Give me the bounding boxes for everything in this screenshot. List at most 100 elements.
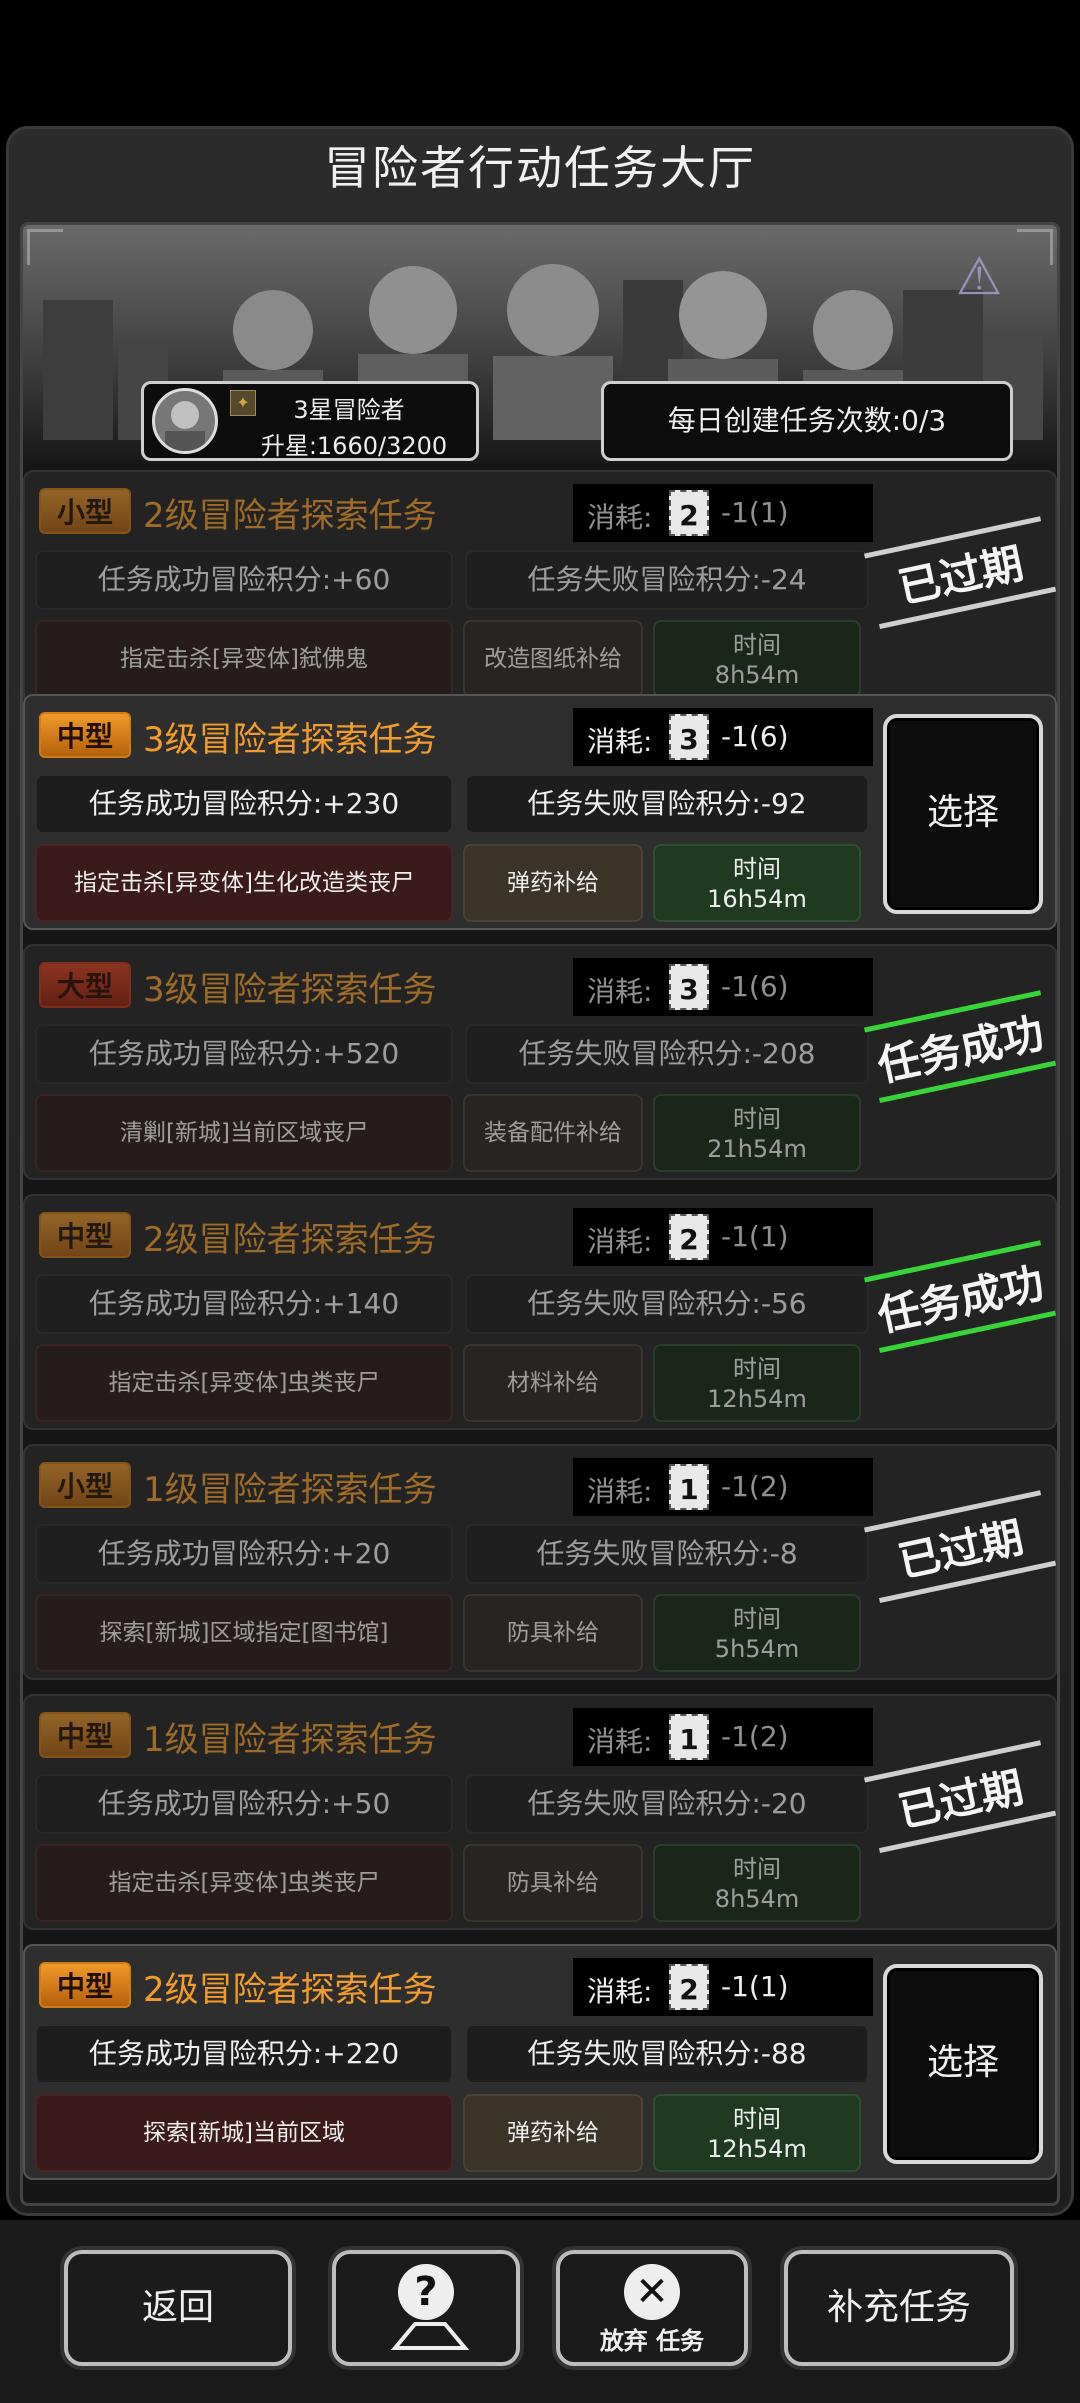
mission-cost: 消耗: 2 -1(1) [573, 1958, 873, 2016]
mission-cost: 消耗: 2 -1(1) [573, 484, 873, 542]
abandon-mission-button[interactable]: ✕ 放弃 任务 [556, 2250, 748, 2366]
cost-label: 消耗: [587, 501, 653, 534]
mission-cost: 消耗: 1 -1(2) [573, 1458, 873, 1516]
time-label: 时间 [733, 2105, 781, 2133]
level-ticket-icon: 2 [669, 490, 709, 536]
help-button[interactable]: ? [332, 2250, 520, 2366]
banner-corner-tl [27, 229, 63, 265]
mission-card[interactable]: 中型 3级冒险者探索任务 消耗: 3 -1(6) 任务成功冒险积分:+230 任… [23, 694, 1057, 930]
level-ticket-icon: 1 [669, 1714, 709, 1760]
mission-name: 2级冒险者探索任务 [143, 1220, 437, 1260]
mission-success-stamp: 任务成功 [862, 978, 1057, 1123]
mission-name: 3级冒险者探索任务 [143, 970, 437, 1010]
mission-size-badge: 小型 [39, 488, 131, 534]
level-ticket-icon: 2 [669, 1214, 709, 1260]
adventurer-rank-box: ✦ 3星冒险者 升星:1660/3200 [141, 381, 479, 461]
success-points: 任务成功冒险积分:+230 [35, 774, 453, 834]
mission-expired-stamp: 已过期 [862, 1478, 1057, 1623]
failure-points: 任务失败冒险积分:-24 [465, 550, 869, 610]
mission-size-badge: 中型 [39, 712, 131, 758]
mission-size-badge: 小型 [39, 1462, 131, 1508]
time-value: 16h54m [707, 885, 807, 913]
cost-label: 消耗: [587, 1225, 653, 1258]
mission-header: 中型 3级冒险者探索任务 消耗: 3 -1(6) [33, 704, 873, 766]
mission-card[interactable]: 中型 2级冒险者探索任务 消耗: 2 -1(1) 任务成功冒险积分:+220 任… [23, 1944, 1057, 2180]
mission-card[interactable]: 中型 1级冒险者探索任务 消耗: 1 -1(2) 任务成功冒险积分:+50 任务… [23, 1694, 1057, 1930]
select-mission-button[interactable]: 选择 [883, 714, 1043, 914]
mission-cost: 消耗: 3 -1(6) [573, 958, 873, 1016]
mission-size-badge: 中型 [39, 1712, 131, 1758]
failure-points: 任务失败冒险积分:-8 [465, 1524, 869, 1584]
mission-time: 时间 16h54m [653, 844, 861, 922]
mission-reward: 改造图纸补给 [463, 620, 643, 698]
mission-reward: 弹药补给 [463, 2094, 643, 2172]
mission-time: 时间 21h54m [653, 1094, 861, 1172]
success-points: 任务成功冒险积分:+220 [35, 2024, 453, 2084]
mission-reward: 防具补给 [463, 1844, 643, 1922]
cost-value: -1(1) [721, 1220, 789, 1253]
daily-create-count: 每日创建任务次数:0/3 [601, 381, 1013, 461]
mission-name: 3级冒险者探索任务 [143, 720, 437, 760]
time-label: 时间 [733, 1855, 781, 1883]
mission-reward: 弹药补给 [463, 844, 643, 922]
cost-label: 消耗: [587, 1475, 653, 1508]
time-value: 21h54m [707, 1135, 807, 1163]
mission-card[interactable]: 小型 2级冒险者探索任务 消耗: 2 -1(1) 任务成功冒险积分:+60 任务… [23, 470, 1057, 706]
time-value: 12h54m [707, 2135, 807, 2163]
mission-expired-stamp: 已过期 [862, 504, 1057, 649]
failure-points: 任务失败冒险积分:-56 [465, 1274, 869, 1334]
mission-time: 时间 12h54m [653, 2094, 861, 2172]
bottom-bar: 返回 ? ✕ 放弃 任务 补充任务 [0, 2220, 1080, 2403]
back-button[interactable]: 返回 [64, 2250, 292, 2366]
mission-header: 小型 2级冒险者探索任务 消耗: 2 -1(1) [33, 480, 873, 542]
time-label: 时间 [733, 631, 781, 659]
mission-card[interactable]: 小型 1级冒险者探索任务 消耗: 1 -1(2) 任务成功冒险积分:+20 任务… [23, 1444, 1057, 1680]
mission-card[interactable]: 中型 2级冒险者探索任务 消耗: 2 -1(1) 任务成功冒险积分:+140 任… [23, 1194, 1057, 1430]
rank-star-icon: ✦ [230, 390, 256, 416]
rank-exp: 升星:1660/3200 [260, 432, 448, 460]
mission-reward: 防具补给 [463, 1594, 643, 1672]
mission-header: 大型 3级冒险者探索任务 消耗: 3 -1(6) [33, 954, 873, 1016]
mission-reward: 材料补给 [463, 1344, 643, 1422]
mission-name: 1级冒险者探索任务 [143, 1720, 437, 1760]
mission-success-stamp: 任务成功 [862, 1228, 1057, 1373]
faction-logo-icon: ⚠ [955, 247, 1003, 307]
mission-cost: 消耗: 3 -1(6) [573, 708, 873, 766]
mission-time: 时间 12h54m [653, 1344, 861, 1422]
close-icon: ✕ [624, 2264, 680, 2320]
mission-card[interactable]: 大型 3级冒险者探索任务 消耗: 3 -1(6) 任务成功冒险积分:+520 任… [23, 944, 1057, 1180]
abandon-mission-label: 放弃 任务 [599, 2327, 705, 2355]
mission-header: 小型 1级冒险者探索任务 消耗: 1 -1(2) [33, 1454, 873, 1516]
mission-target: 清剿[新城]当前区域丧尸 [35, 1094, 453, 1172]
time-label: 时间 [733, 855, 781, 883]
refill-mission-button[interactable]: 补充任务 [784, 2250, 1014, 2366]
mission-name: 2级冒险者探索任务 [143, 496, 437, 536]
mission-header: 中型 1级冒险者探索任务 消耗: 1 -1(2) [33, 1704, 873, 1766]
mission-size-badge: 中型 [39, 1212, 131, 1258]
back-button-label: 返回 [141, 2287, 214, 2328]
failure-points: 任务失败冒险积分:-88 [465, 2024, 869, 2084]
mission-target: 指定击杀[异变体]弑佛鬼 [35, 620, 453, 698]
time-label: 时间 [733, 1605, 781, 1633]
success-points: 任务成功冒险积分:+140 [35, 1274, 453, 1334]
level-ticket-icon: 3 [669, 964, 709, 1010]
cost-label: 消耗: [587, 1975, 653, 2008]
mission-time: 时间 5h54m [653, 1594, 861, 1672]
cost-label: 消耗: [587, 975, 653, 1008]
mission-target: 指定击杀[异变体]虫类丧尸 [35, 1344, 453, 1422]
time-value: 12h54m [707, 1385, 807, 1413]
mission-target: 指定击杀[异变体]虫类丧尸 [35, 1844, 453, 1922]
cost-label: 消耗: [587, 1725, 653, 1758]
select-mission-button[interactable]: 选择 [883, 1964, 1043, 2164]
time-value: 8h54m [714, 1885, 800, 1913]
page-title: 冒险者行动任务大厅 [324, 141, 756, 195]
level-ticket-icon: 2 [669, 1964, 709, 2010]
failure-points: 任务失败冒险积分:-208 [465, 1024, 869, 1084]
mission-hall-inner: ⚠ ✦ 3星冒险者 升星:1660/3200 每日创建任务次数:0/3 小型 2… [20, 222, 1060, 2206]
success-points: 任务成功冒险积分:+520 [35, 1024, 453, 1084]
mission-time: 时间 8h54m [653, 620, 861, 698]
refill-mission-label: 补充任务 [826, 2287, 971, 2328]
level-ticket-icon: 1 [669, 1464, 709, 1510]
cost-value: -1(1) [721, 1970, 789, 2003]
mission-header: 中型 2级冒险者探索任务 消耗: 2 -1(1) [33, 1954, 873, 2016]
